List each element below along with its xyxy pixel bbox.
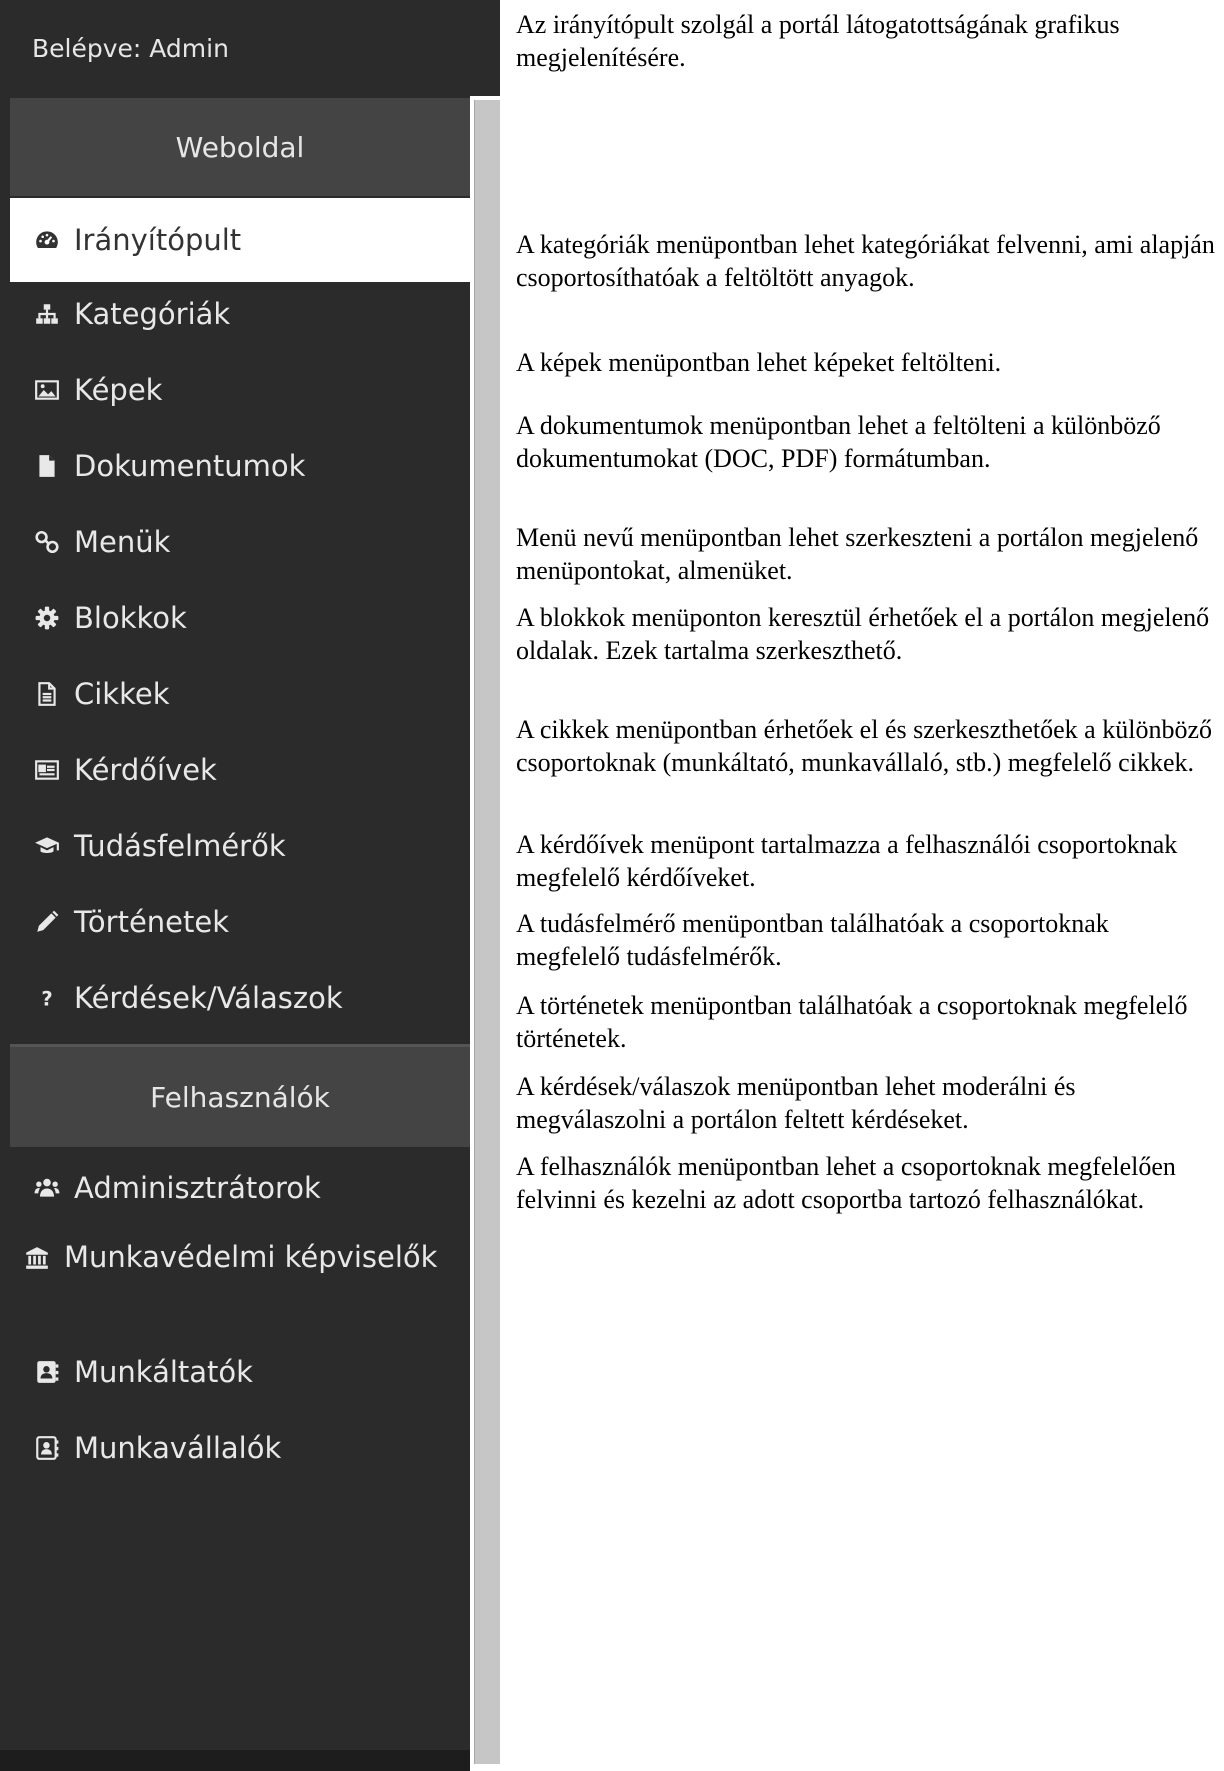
pencil-icon: [32, 907, 62, 937]
description-blokkok: A blokkok menüponton keresztül érhetőek …: [516, 603, 1210, 665]
sidebar-item-kepek[interactable]: Képek: [10, 348, 470, 432]
sidebar-item-kategoriak[interactable]: Kategóriák: [10, 272, 470, 356]
question-icon: ?: [32, 983, 62, 1013]
sidebar-item-tortenetek[interactable]: Történetek: [10, 880, 470, 964]
logged-in-label: Belépve: Admin: [32, 33, 229, 63]
users-icon: [32, 1173, 62, 1203]
graduation-cap-icon: [32, 831, 62, 861]
dashboard-icon: [32, 225, 62, 255]
sidebar-item-blokkok[interactable]: Blokkok: [10, 576, 470, 660]
description-cikkek: A cikkek menüpontban érhetőek el és szer…: [516, 715, 1212, 777]
sidebar-item-cikkek[interactable]: Cikkek: [10, 652, 470, 736]
description-iranyitopult: Az irányítópult szolgál a portál látogat…: [516, 10, 1120, 72]
sidebar-item-munkavedelmi-kepviselok[interactable]: Munkavédelmi képviselők: [10, 1220, 470, 1332]
image-icon: [32, 375, 62, 405]
description-kerdesek-valaszok: A kérdések/válaszok menüpontban lehet mo…: [516, 1072, 1076, 1134]
sidebar-item-adminisztratorok[interactable]: Adminisztrátorok: [10, 1146, 470, 1230]
sidebar-item-kerdesek-valaszok[interactable]: ? Kérdések/Válaszok: [10, 956, 470, 1040]
description-tortenetek: A történetek menüpontban találhatóak a c…: [516, 991, 1188, 1053]
description-kerdoivek: A kérdőívek menüpont tartalmazza a felha…: [516, 830, 1178, 892]
svg-text:?: ?: [41, 988, 52, 1011]
description-kepek: A képek menüpontban lehet képeket feltöl…: [516, 348, 1002, 377]
description-kategoriak: A kategóriák menüpontban lehet kategóriá…: [516, 230, 1215, 292]
scrollbar-thumb[interactable]: [474, 100, 500, 1764]
institution-icon: [22, 1243, 52, 1273]
sidebar-item-tudasfelmerok[interactable]: Tudásfelmérők: [10, 804, 470, 888]
sidebar-footer: [0, 1750, 500, 1771]
description-tudasfelmerok: A tudásfelmérő menüpontban találhatóak a…: [516, 909, 1109, 971]
gear-icon: [32, 603, 62, 633]
description-menuk: Menü nevű menüpontban lehet szerkeszteni…: [516, 523, 1199, 585]
sidebar-item-iranyitopult[interactable]: Irányítópult: [10, 198, 470, 282]
sitemap-icon: [32, 299, 62, 329]
address-card-icon: [32, 1357, 62, 1387]
logged-in-status: Belépve: Admin: [0, 0, 500, 96]
address-book-icon: [32, 1433, 62, 1463]
file-icon: [32, 451, 62, 481]
sidebar-item-munkaltatok[interactable]: Munkáltatók: [10, 1330, 470, 1414]
sidebar-item-dokumentumok[interactable]: Dokumentumok: [10, 424, 470, 508]
sidebar-item-kerdoivek[interactable]: Kérdőívek: [10, 728, 470, 812]
link-icon: [32, 527, 62, 557]
newspaper-icon: [32, 755, 62, 785]
section-header-weboldal: Weboldal: [10, 98, 470, 196]
sidebar-item-menuk[interactable]: Menük: [10, 500, 470, 584]
section-header-felhasznalok: Felhasználók: [10, 1044, 470, 1147]
description-dokumentumok: A dokumentumok menüpontban lehet a feltö…: [516, 411, 1161, 473]
description-felhasznalok: A felhasználók menüpontban lehet a csopo…: [516, 1152, 1176, 1214]
file-text-icon: [32, 679, 62, 709]
sidebar: Belépve: Admin Weboldal Irányítópult Kat…: [0, 0, 500, 1771]
sidebar-item-munkavallalok[interactable]: Munkavállalók: [10, 1406, 470, 1490]
